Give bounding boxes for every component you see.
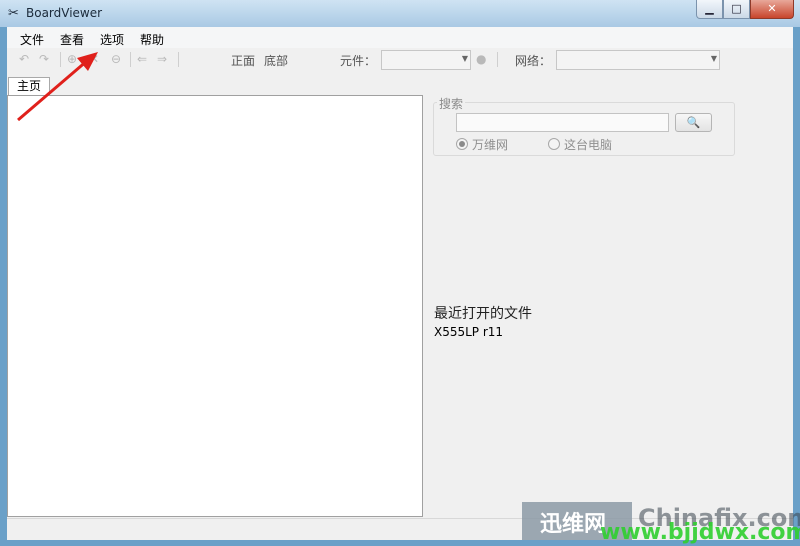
menu-bar: 文件 查看 选项 帮助 — [7, 27, 793, 48]
chevron-down-icon: ▼ — [710, 54, 717, 63]
radio-web-label: 万维网 — [472, 138, 509, 152]
zoom-in-icon[interactable]: ⊕ — [67, 53, 81, 65]
menu-file[interactable]: 文件 — [20, 31, 44, 48]
front-side-button[interactable]: 正面 — [231, 52, 255, 69]
network-label: 网络： — [515, 54, 552, 68]
client-area: 文件 查看 选项 帮助 ↶ ↷ ⊕ ✕ ⊖ ⇐ ⇒ 正面 底部 元件： ▼ ● … — [7, 27, 793, 540]
radio-unselected-indicator — [548, 138, 560, 150]
light-bulb-icon[interactable]: ● — [476, 53, 490, 65]
toolbar-separator — [497, 52, 498, 67]
search-icon: 🔍 — [686, 116, 701, 129]
watermark-logo-text: 迅维网 — [540, 512, 607, 537]
title-bar[interactable]: ✂ BoardViewer ▁ □ ✕ — [0, 0, 800, 27]
menu-help[interactable]: 帮助 — [140, 31, 164, 48]
bottom-side-button[interactable]: 底部 — [264, 52, 288, 69]
toolbar-separator — [130, 52, 131, 67]
zoom-out-icon[interactable]: ⊖ — [111, 53, 125, 65]
rotate-left-icon[interactable]: ↶ — [19, 53, 33, 65]
menu-view[interactable]: 查看 — [60, 31, 84, 48]
tab-home[interactable]: 主页 — [8, 77, 50, 96]
radio-local-label: 这台电脑 — [564, 138, 613, 152]
close-button[interactable]: ✕ — [750, 0, 794, 19]
radio-selected-indicator — [456, 138, 468, 150]
network-combobox[interactable]: ▼ — [556, 50, 720, 70]
window-controls: ▁ □ ✕ — [696, 0, 794, 20]
maximize-button[interactable]: □ — [723, 0, 750, 19]
home-panel — [7, 95, 423, 517]
back-arrow-icon[interactable]: ⇐ — [137, 53, 151, 65]
component-combobox[interactable]: ▼ — [381, 50, 471, 70]
search-button[interactable]: 🔍 — [675, 113, 712, 132]
forward-arrow-icon[interactable]: ⇒ — [157, 53, 171, 65]
recent-file-link[interactable]: X555LP r11 — [434, 325, 503, 339]
board-icon: ✂ — [8, 6, 19, 21]
toolbar-separator — [178, 52, 179, 67]
window-title: BoardViewer — [26, 6, 103, 20]
search-input[interactable] — [456, 113, 669, 132]
toolbar-separator — [60, 52, 61, 67]
tab-strip: 主页 — [7, 77, 793, 96]
watermark-url-text: www.bjjdwx.com — [600, 520, 800, 545]
radio-local[interactable]: 这台电脑 — [548, 136, 612, 153]
app-window: ✂ BoardViewer ▁ □ ✕ 文件 查看 选项 帮助 ↶ ↷ ⊕ ✕ … — [0, 0, 800, 546]
component-label: 元件： — [340, 54, 377, 68]
search-group-label: 搜索 — [437, 95, 466, 112]
radio-web[interactable]: 万维网 — [456, 136, 508, 153]
rotate-right-icon[interactable]: ↷ — [39, 53, 53, 65]
fit-icon[interactable]: ✕ — [89, 53, 103, 65]
recent-files-heading: 最近打开的文件 — [434, 306, 532, 322]
menu-options[interactable]: 选项 — [100, 31, 124, 48]
toolbar: ↶ ↷ ⊕ ✕ ⊖ ⇐ ⇒ 正面 底部 元件： ▼ ● 网络： ▼ — [7, 48, 793, 73]
chevron-down-icon: ▼ — [461, 54, 468, 63]
minimize-button[interactable]: ▁ — [696, 0, 723, 19]
